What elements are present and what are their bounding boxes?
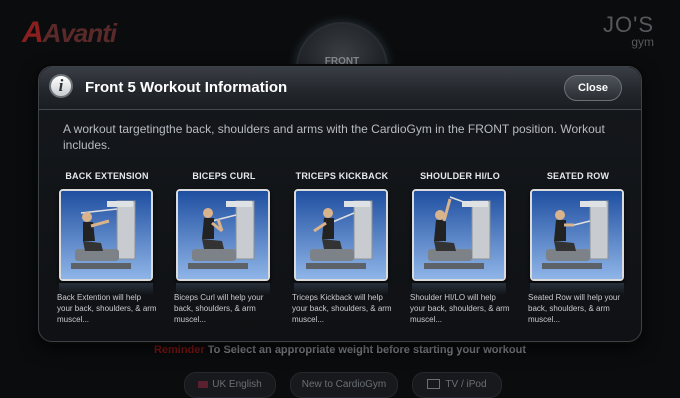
exercise-illustration [414,191,504,279]
exercise-description: Shoulder HI/LO will help your back, shou… [410,293,510,324]
exercise-illustration [178,191,268,279]
brand-text: Avanti [42,18,117,48]
exercise-description: Biceps Curl will help your back, shoulde… [174,293,264,324]
exercise-title: BICEPS CURL [192,171,256,181]
exercise-title: TRICEPS KICKBACK [295,171,389,181]
info-icon: i [49,74,73,98]
close-button[interactable]: Close [564,75,622,101]
brand-logo: AAvanti [22,16,117,49]
uk-flag-icon [198,380,209,388]
exercise-card-shoulder-hi-lo[interactable]: SHOULDER HI/LO Shoulder HI/LO will help … [410,171,510,324]
gym-sub: gym [631,35,654,49]
modal-title: Front 5 Workout Information [85,79,288,96]
exercise-title: BACK EXTENSION [65,171,149,181]
gym-logo: JO'S gym [603,12,654,49]
exercise-card-triceps-kickback[interactable]: TRICEPS KICKBACK Triceps Kickback will h… [292,171,392,324]
tv-ipod-label: TV / iPod [445,379,487,390]
exercise-illustration [532,191,622,279]
exercise-title: SEATED ROW [546,171,610,181]
reminder-text: To Select an appropriate weight before s… [207,344,527,356]
exercise-illustration [61,191,151,279]
language-button[interactable]: UK English [184,372,276,398]
exercise-card-biceps-curl[interactable]: BICEPS CURL Biceps Curl will help your b… [174,171,274,324]
exercise-image[interactable] [176,189,270,281]
exercise-title: SHOULDER HI/LO [420,171,500,181]
exercise-illustration [296,191,386,279]
exercise-image[interactable] [294,189,388,281]
exercise-image[interactable] [59,189,153,281]
exercise-card-back-extension[interactable]: BACK EXTENSION Back Extention will help … [57,171,157,324]
new-to-cardiogym-button[interactable]: New to CardioGym [290,372,398,398]
exercise-description: Triceps Kickback will help your back, sh… [292,293,392,324]
workout-description: A workout targetingthe back, shoulders a… [63,122,605,152]
tv-icon [427,379,441,390]
exercise-image[interactable] [530,189,624,281]
exercise-card-seated-row[interactable]: SEATED ROW Seated Row will help your bac… [528,171,628,324]
exercise-description: Back Extention will help your back, shou… [57,293,157,324]
workout-info-modal: i Front 5 Workout Information Close A wo… [38,66,642,342]
weight-reminder: Reminder To Select an appropriate weight… [0,344,680,356]
exercise-description: Seated Row will help your back, shoulder… [528,293,621,324]
tv-ipod-button[interactable]: TV / iPod [412,372,502,398]
modal-header: i Front 5 Workout Information Close [39,67,641,110]
exercise-image[interactable] [412,189,506,281]
new-to-cardiogym-label: New to CardioGym [301,379,387,390]
reminder-label: Reminder [153,344,205,356]
language-label: UK English [212,379,262,390]
gym-name: JO'S [603,12,654,37]
